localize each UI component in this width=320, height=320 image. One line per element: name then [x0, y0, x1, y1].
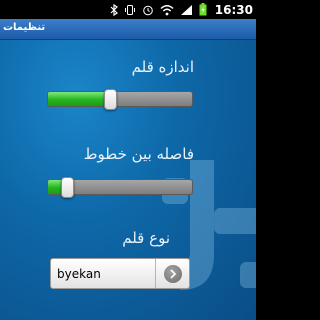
slider-fill — [48, 92, 110, 106]
font-size-slider[interactable] — [47, 89, 193, 110]
status-bar: 16:30 — [0, 0, 256, 19]
line-spacing-label: فاصله بین خطوط — [83, 145, 194, 163]
battery-charging-icon — [199, 0, 207, 19]
slider-thumb[interactable] — [103, 89, 117, 110]
settings-panel: اندازه قلم فاصله بین خطوط نوع قلم byekan — [0, 40, 256, 320]
app-screen: 16:30 تنظیمات اندازه قلم فاصله بین خطوط … — [0, 0, 256, 320]
dropdown-button[interactable] — [155, 259, 189, 288]
title-bar: تنظیمات — [0, 19, 256, 40]
signal-icon — [180, 0, 193, 19]
bluetooth-icon — [110, 0, 118, 19]
slider-thumb[interactable] — [60, 177, 74, 198]
font-type-dropdown[interactable]: byekan — [50, 258, 190, 289]
alarm-icon — [142, 0, 154, 19]
line-spacing-slider[interactable] — [47, 177, 193, 198]
clock: 16:30 — [214, 2, 253, 17]
vibrate-icon — [124, 0, 136, 19]
font-size-label: اندازه قلم — [131, 58, 194, 76]
page-title: تنظیمات — [3, 22, 46, 33]
wifi-icon — [160, 0, 174, 19]
font-type-value: byekan — [57, 266, 101, 281]
chevron-right-icon — [163, 264, 182, 283]
font-type-label: نوع قلم — [122, 229, 170, 247]
